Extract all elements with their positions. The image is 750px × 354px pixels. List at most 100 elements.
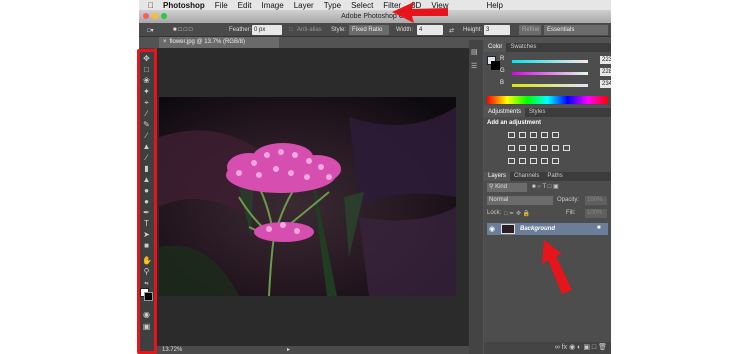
- photo-filter-icon[interactable]: [541, 145, 548, 151]
- flower-photo[interactable]: [159, 97, 456, 296]
- menu-bar:  Photoshop File Edit Image Layer Type S…: [139, 0, 611, 10]
- color-background-swatch[interactable]: [491, 61, 500, 70]
- green-track[interactable]: [512, 72, 588, 75]
- blend-mode-select[interactable]: Normal: [487, 196, 553, 205]
- black-white-icon[interactable]: [530, 145, 537, 151]
- feather-input[interactable]: 0 px: [252, 25, 282, 35]
- height-input[interactable]: 3: [484, 25, 510, 35]
- zoom-level[interactable]: 13.72%: [162, 347, 182, 353]
- gradient-map-icon[interactable]: [552, 158, 559, 164]
- menu-help[interactable]: Help: [487, 1, 503, 10]
- menu-select[interactable]: Select: [351, 1, 373, 10]
- layer-name[interactable]: Background: [520, 226, 555, 232]
- zoom-window-button[interactable]: [161, 13, 167, 19]
- document-tab[interactable]: × flower.jpg @ 13.7% (RGB/8): [159, 37, 279, 48]
- layer-thumbnail: [501, 224, 515, 234]
- width-input[interactable]: 4: [417, 25, 443, 35]
- tab-swatches[interactable]: Swatches: [506, 43, 540, 52]
- menu-file[interactable]: File: [215, 1, 228, 10]
- blue-label: B: [500, 80, 505, 86]
- close-window-button[interactable]: [143, 13, 149, 19]
- selection-mode-icons[interactable]: ■ □ □ □: [173, 27, 193, 33]
- red-value[interactable]: 223: [600, 56, 611, 64]
- blue-track[interactable]: [512, 84, 588, 87]
- layer-mask-icon[interactable]: ◉: [569, 344, 575, 351]
- properties-panel-icon[interactable]: ☰: [471, 62, 477, 70]
- threshold-icon[interactable]: [530, 158, 537, 164]
- layer-filter-icons[interactable]: ■ ○ T □ ▣: [532, 183, 559, 190]
- height-label: Height:: [463, 27, 483, 33]
- brightness-contrast-icon[interactable]: [508, 132, 515, 138]
- options-bar: □▾ ■ □ □ □ Feather: 0 px □ Anti-alias St…: [139, 23, 611, 37]
- color-balance-icon[interactable]: [519, 145, 526, 151]
- tab-paths[interactable]: Paths: [543, 172, 566, 181]
- exposure-icon[interactable]: [541, 132, 548, 138]
- refine-edge-button[interactable]: Refine: [519, 25, 541, 35]
- annotation-arrow-layer: [542, 240, 572, 294]
- tab-layers[interactable]: Layers: [484, 172, 511, 181]
- layer-row-background[interactable]: ◉ Background ■: [487, 223, 608, 235]
- green-value[interactable]: 228: [600, 68, 611, 76]
- levels-icon[interactable]: [519, 132, 526, 138]
- channel-mixer-icon[interactable]: [552, 145, 559, 151]
- antialias-checkbox[interactable]: □: [289, 27, 293, 33]
- status-bar: 13.72% ▸: [157, 346, 469, 354]
- opacity-input[interactable]: 100%: [585, 196, 607, 205]
- red-track[interactable]: [512, 60, 588, 63]
- tab-color[interactable]: Color: [484, 43, 507, 52]
- opacity-label: Opacity:: [557, 197, 580, 203]
- close-document-icon[interactable]: ×: [163, 39, 167, 45]
- fill-input[interactable]: 100%: [585, 209, 607, 218]
- tab-styles[interactable]: Styles: [525, 108, 549, 117]
- width-label: Width:: [396, 27, 414, 33]
- menu-edit[interactable]: Edit: [238, 1, 252, 10]
- layers-footer: ∞ fx ◉ ◐ ▣ □ 🗑: [484, 342, 611, 354]
- adjustment-layer-icon[interactable]: ◐: [577, 344, 581, 351]
- red-label: R: [500, 56, 505, 62]
- menu-app-name[interactable]: Photoshop: [163, 1, 205, 10]
- document-tab-title: flower.jpg @ 13.7% (RGB/8): [169, 39, 245, 45]
- tab-channels[interactable]: Channels: [510, 172, 543, 181]
- green-label: G: [500, 68, 505, 74]
- tools-highlight-box: [137, 49, 157, 354]
- fill-label: Fill:: [566, 210, 576, 216]
- annotation-arrow-title: [392, 2, 448, 23]
- hue-saturation-icon[interactable]: [508, 145, 515, 151]
- curves-icon[interactable]: [530, 132, 537, 138]
- color-spectrum-bar[interactable]: [487, 96, 608, 104]
- collapsed-panel-dock: ▤ ☰: [469, 40, 483, 354]
- invert-icon[interactable]: [508, 158, 515, 164]
- screenshot-stage:  Photoshop File Edit Image Layer Type S…: [0, 0, 750, 354]
- layer-filter-select[interactable]: ⚲ Kind: [487, 183, 527, 192]
- status-arrow-icon[interactable]: ▸: [287, 346, 290, 354]
- vibrance-icon[interactable]: [552, 132, 559, 138]
- menu-type[interactable]: Type: [324, 1, 341, 10]
- lock-icons[interactable]: □ ✒ ✥ 🔒: [504, 210, 530, 217]
- layers-panel-tabs: Layers Channels Paths: [484, 172, 611, 181]
- antialias-label: Anti-alias: [297, 27, 322, 33]
- color-lookup-icon[interactable]: [563, 145, 570, 151]
- new-layer-icon[interactable]: □: [592, 344, 596, 351]
- adjustments-heading: Add an adjustment: [487, 120, 542, 126]
- minimize-window-button[interactable]: [152, 13, 158, 19]
- posterize-icon[interactable]: [519, 158, 526, 164]
- delete-layer-icon[interactable]: 🗑: [598, 344, 607, 351]
- history-panel-icon[interactable]: ▤: [471, 48, 478, 56]
- layer-style-icon[interactable]: fx: [562, 344, 567, 351]
- feather-label: Feather:: [229, 27, 252, 33]
- workspace-select[interactable]: Essentials: [544, 25, 608, 35]
- color-panel: Color Swatches R 223 G 228 B 234: [484, 43, 611, 105]
- link-layers-icon[interactable]: ∞: [555, 344, 560, 351]
- blue-value[interactable]: 234: [600, 80, 611, 88]
- marquee-tool-preset-icon[interactable]: □▾: [147, 27, 154, 34]
- menu-image[interactable]: Image: [261, 1, 283, 10]
- menu-layer[interactable]: Layer: [294, 1, 314, 10]
- apple-icon[interactable]: : [148, 1, 154, 10]
- visibility-eye-icon[interactable]: ◉: [489, 225, 495, 233]
- style-select[interactable]: Fixed Ratio: [349, 25, 389, 35]
- selective-color-icon[interactable]: [541, 158, 548, 164]
- search-icon: ⚲: [489, 184, 494, 190]
- new-group-icon[interactable]: ▣: [583, 344, 590, 351]
- tab-adjustments[interactable]: Adjustments: [484, 108, 526, 117]
- swap-dimensions-icon[interactable]: ⇄: [449, 27, 454, 34]
